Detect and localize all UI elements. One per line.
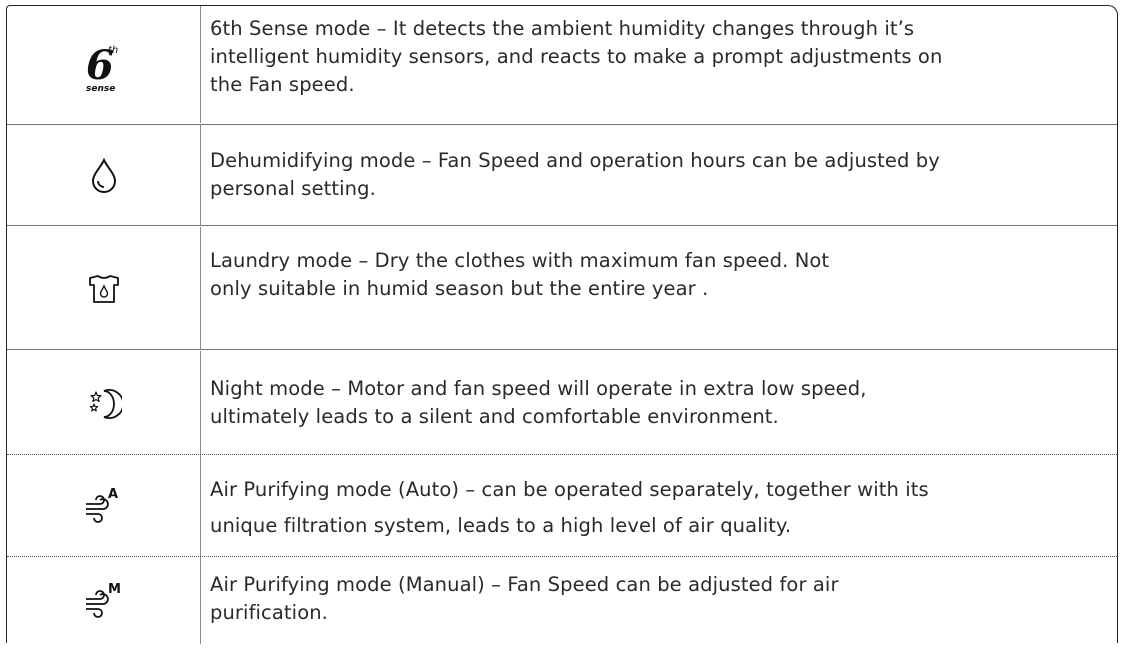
description-line: purification. xyxy=(210,601,328,624)
table-row: 6 th sense 6th Sense mode – It detects t… xyxy=(7,6,1117,123)
mode-table: 6 th sense 6th Sense mode – It detects t… xyxy=(6,5,1118,644)
air-flow-manual-icon: M xyxy=(7,557,200,644)
svg-text:A: A xyxy=(108,487,118,502)
description-line: Night mode – Motor and fan speed will op… xyxy=(210,377,867,400)
description-line: unique filtration system, leads to a hig… xyxy=(210,514,792,537)
mode-description: Laundry mode – Dry the clothes with maxi… xyxy=(210,247,1101,303)
mode-description: Dehumidifying mode – Fan Speed and opera… xyxy=(210,147,1101,203)
svg-text:M: M xyxy=(108,582,121,597)
svg-text:th: th xyxy=(108,45,118,56)
moon-stars-icon xyxy=(7,351,200,456)
mode-description: Air Purifying mode (Manual) – Fan Speed … xyxy=(210,571,1101,627)
description-line: personal setting. xyxy=(210,177,376,200)
description-line: intelligent humidity sensors, and reacts… xyxy=(210,45,943,68)
table-row: M Air Purifying mode (Manual) – Fan Spee… xyxy=(7,557,1117,644)
mode-description: 6th Sense mode – It detects the ambient … xyxy=(210,15,1101,99)
table-row: Laundry mode – Dry the clothes with maxi… xyxy=(7,227,1117,350)
description-line: 6th Sense mode – It detects the ambient … xyxy=(210,17,915,40)
mode-description: Night mode – Motor and fan speed will op… xyxy=(210,375,1101,431)
table-row: A Air Purifying mode (Auto) – can be ope… xyxy=(7,455,1117,557)
description-line: Air Purifying mode (Manual) – Fan Speed … xyxy=(210,573,839,596)
table-row: Night mode – Motor and fan speed will op… xyxy=(7,351,1117,456)
table-row: Dehumidifying mode – Fan Speed and opera… xyxy=(7,125,1117,225)
description-line: ultimately leads to a silent and comfort… xyxy=(210,405,779,428)
mode-description: Air Purifying mode (Auto) – can be opera… xyxy=(210,472,1101,544)
description-line: Laundry mode – Dry the clothes with maxi… xyxy=(210,249,830,272)
description-line: only suitable in humid season but the en… xyxy=(210,277,709,300)
description-line: the Fan speed. xyxy=(210,73,355,96)
description-line: Air Purifying mode (Auto) – can be opera… xyxy=(210,478,929,501)
water-drop-icon xyxy=(7,125,200,225)
svg-text:sense: sense xyxy=(86,84,115,94)
air-flow-auto-icon: A xyxy=(7,455,200,557)
description-line: Dehumidifying mode – Fan Speed and opera… xyxy=(210,149,940,172)
shirt-drop-icon xyxy=(7,227,200,350)
sixth-sense-icon: 6 th sense xyxy=(7,6,200,123)
